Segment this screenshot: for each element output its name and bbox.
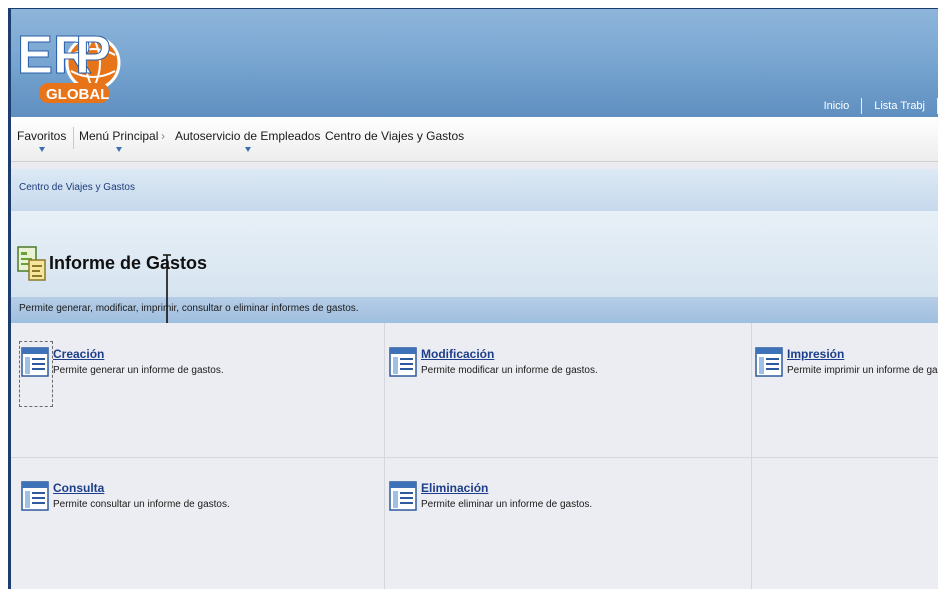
grid-divider <box>751 323 752 589</box>
breadcrumb-separator: › <box>311 129 315 143</box>
home-link[interactable]: Inicio <box>812 100 862 112</box>
option-link-deletion[interactable]: Eliminación <box>421 481 488 495</box>
list-document-icon[interactable] <box>755 347 783 377</box>
header-bar: ER P GLOBAL Inicio Lista Trabj <box>11 9 938 117</box>
nav-favorites[interactable]: Favoritos <box>17 129 67 152</box>
option-card-printing: Impresión Permite imprimir un informe de… <box>755 341 938 451</box>
title-area: Informe de Gastos <box>11 211 938 297</box>
nav-favorites-label: Favoritos <box>17 129 67 143</box>
app-frame: ER P GLOBAL Inicio Lista Trabj Favoritos… <box>8 8 938 589</box>
option-card-deletion: Eliminación Permite eliminar un informe … <box>389 475 749 585</box>
grid-divider <box>11 457 938 458</box>
description-bar: Permite generar, modificar, imprimir, co… <box>11 297 938 323</box>
nav-main-menu[interactable]: Menú Principal <box>79 129 159 152</box>
option-description: Permite generar un informe de gastos. <box>53 365 224 376</box>
nav-travel-expenses[interactable]: Centro de Viajes y Gastos <box>325 129 464 143</box>
nav-employee-self-service[interactable]: Autoservicio de Empleados <box>175 129 321 152</box>
option-card-modification: Modificación Permite modificar un inform… <box>389 341 749 451</box>
erp-global-logo[interactable]: ER P GLOBAL <box>13 13 125 113</box>
dropdown-arrow-icon[interactable] <box>244 147 251 152</box>
breadcrumb-link[interactable]: Centro de Viajes y Gastos <box>19 182 135 193</box>
option-link-printing[interactable]: Impresión <box>787 347 844 361</box>
list-document-icon[interactable] <box>389 347 417 377</box>
nav-employee-self-service-label: Autoservicio de Empleados <box>175 129 321 143</box>
page-description: Permite generar, modificar, imprimir, co… <box>19 303 359 314</box>
option-link-creation[interactable]: Creación <box>53 347 104 361</box>
breadcrumb-band: Centro de Viajes y Gastos <box>11 169 938 211</box>
nav-main-menu-label: Menú Principal <box>79 129 159 143</box>
option-description: Permite eliminar un informe de gastos. <box>421 499 593 510</box>
navigation-bar: Favoritos Menú Principal › Autoservicio … <box>11 117 938 162</box>
option-description: Permite imprimir un informe de gastos <box>787 365 938 376</box>
worklist-link[interactable]: Lista Trabj <box>862 100 937 112</box>
list-document-icon[interactable] <box>21 481 49 511</box>
grid-divider <box>384 323 385 589</box>
text-cursor-icon <box>163 254 171 334</box>
logo-sub-text: GLOBAL <box>46 86 109 103</box>
option-link-inquiry[interactable]: Consulta <box>53 481 104 495</box>
option-description: Permite modificar un informe de gastos. <box>421 365 598 376</box>
top-links: Inicio Lista Trabj <box>812 97 938 115</box>
option-link-modification[interactable]: Modificación <box>421 347 494 361</box>
report-document-icon <box>17 246 46 281</box>
list-document-icon[interactable] <box>389 481 417 511</box>
nav-travel-expenses-label: Centro de Viajes y Gastos <box>325 129 465 143</box>
page-title: Informe de Gastos <box>49 253 208 273</box>
breadcrumb-separator: › <box>161 129 165 143</box>
nav-divider <box>73 127 74 149</box>
options-grid: Creación Permite generar un informe de g… <box>11 323 938 589</box>
dropdown-arrow-icon[interactable] <box>38 147 45 152</box>
option-description: Permite consultar un informe de gastos. <box>53 499 230 510</box>
link-separator <box>937 98 938 114</box>
dropdown-arrow-icon[interactable] <box>115 147 122 152</box>
option-card-creation: Creación Permite generar un informe de g… <box>19 341 381 451</box>
list-document-icon[interactable] <box>21 347 49 377</box>
svg-text:P: P <box>75 25 111 85</box>
option-card-inquiry: Consulta Permite consultar un informe de… <box>21 475 381 585</box>
